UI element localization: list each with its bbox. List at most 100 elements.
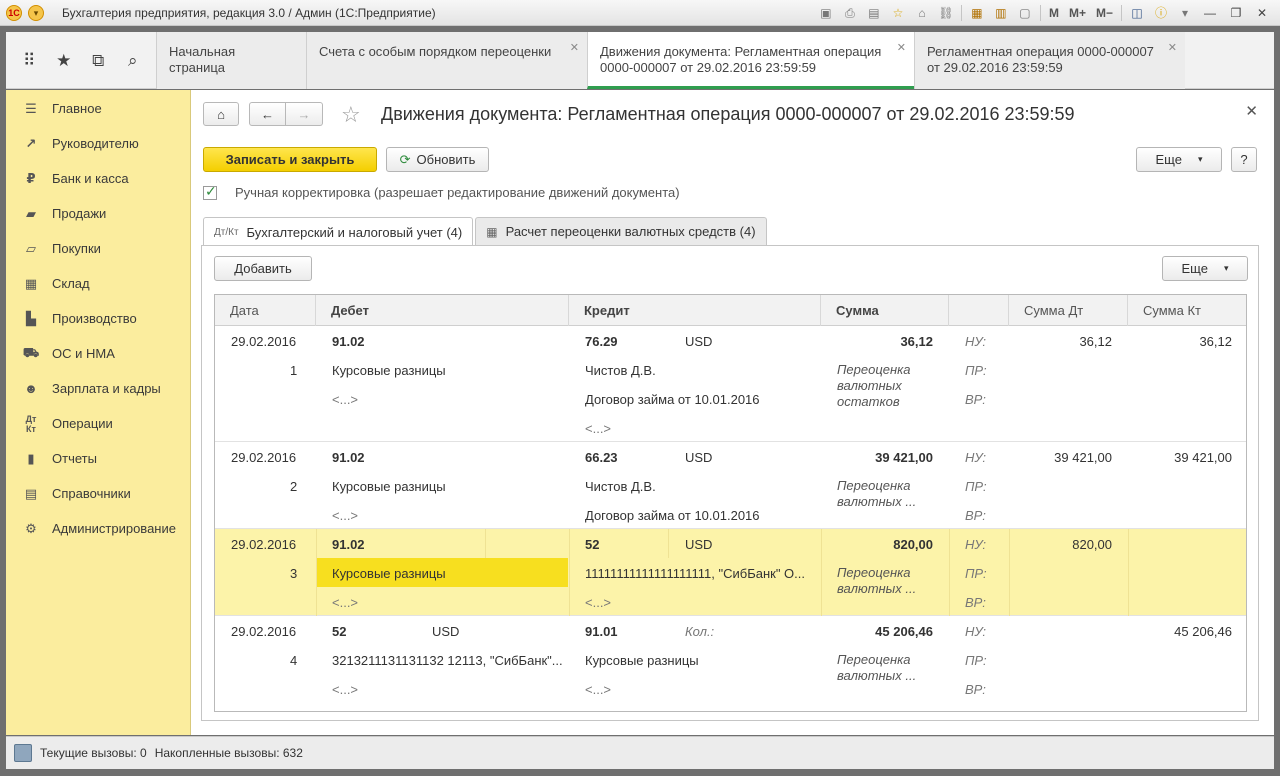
restore-button[interactable]: ❐ bbox=[1226, 5, 1246, 21]
column-sum[interactable]: Сумма bbox=[821, 295, 949, 326]
row-number: 4 bbox=[290, 653, 298, 668]
table-row[interactable]: 29.02.2016 4 52 USD 3213211131131132 121… bbox=[215, 616, 1246, 706]
apps-grid-icon[interactable]: ⠿ bbox=[16, 48, 42, 74]
tab-document-movements[interactable]: Движения документа: Регламентная операци… bbox=[587, 32, 914, 89]
sidebar-item-operations[interactable]: Дт Кт Операции bbox=[6, 406, 190, 441]
preview-icon[interactable]: ▤ bbox=[865, 4, 883, 22]
movements-table[interactable]: Дата Дебет Кредит Сумма Сумма Дт Сумма К… bbox=[214, 294, 1247, 712]
link-icon[interactable]: ⛓ bbox=[937, 4, 955, 22]
dropdown-icon[interactable]: ▾ bbox=[1176, 4, 1194, 22]
save-and-close-button[interactable]: Записать и закрыть bbox=[203, 147, 377, 172]
sidebar-item-label: Главное bbox=[52, 101, 102, 116]
manual-correction-checkbox[interactable] bbox=[203, 183, 217, 200]
debit-subconto-1[interactable]: Курсовые разницы bbox=[332, 566, 446, 581]
column-debit[interactable]: Дебет bbox=[316, 295, 569, 326]
top-panel: ⠿ ★ ⧉ ⌕ Начальная страница Счета с особы… bbox=[6, 32, 1274, 89]
open-tabs: Начальная страница Счета с особым порядк… bbox=[156, 32, 1185, 89]
credit-subconto-3: <...> bbox=[585, 421, 612, 436]
tab-accounting[interactable]: Дт/Кт Бухгалтерский и налоговый учет (4) bbox=[203, 217, 474, 246]
nu-label: НУ: bbox=[965, 624, 987, 639]
table-row[interactable]: 29.02.2016 2 91.02 Курсовые разницы <...… bbox=[215, 442, 1246, 529]
calendar-icon[interactable]: ▥ bbox=[992, 4, 1010, 22]
tab-regulated-operation[interactable]: Регламентная операция 0000-000007 от 29.… bbox=[914, 32, 1185, 89]
sidebar-item-label: Продажи bbox=[52, 206, 107, 221]
app-logo-icon: 1С bbox=[6, 5, 22, 21]
history-icon[interactable]: ⧉ bbox=[85, 48, 111, 74]
home-button[interactable]: ⌂ bbox=[203, 102, 239, 126]
favorites-star-icon[interactable]: ★ bbox=[51, 48, 77, 74]
back-button[interactable]: ← bbox=[249, 102, 286, 126]
sum-kt: 45 206,46 bbox=[1174, 624, 1232, 639]
title-toolbar: ▣ ⎙ ▤ ☆ ⌂ ⛓ ▦ ▥ ▢ M M+ M− ◫ ⓘ ▾ — ❐ ✕ bbox=[817, 3, 1272, 23]
sidebar-item-label: Зарплата и кадры bbox=[52, 381, 161, 396]
credit-subconto-1: 11111111111111111111, "СибБанк" О... bbox=[585, 566, 806, 581]
sidebar-item-production[interactable]: ▙ Производство bbox=[6, 301, 190, 336]
vr-label: ВР: bbox=[965, 508, 986, 523]
info-icon[interactable]: ⓘ bbox=[1152, 4, 1170, 22]
close-icon[interactable]: ✕ bbox=[897, 40, 906, 56]
sidebar-item-warehouse[interactable]: ▦ Склад bbox=[6, 266, 190, 301]
tab-label: Расчет переоценки валютных средств (4) bbox=[505, 224, 756, 239]
sidebar-item-manager[interactable]: ↗ Руководителю bbox=[6, 126, 190, 161]
tab-special-accounts[interactable]: Счета с особым порядком переоценки ✕ bbox=[306, 32, 587, 89]
close-icon[interactable]: ✕ bbox=[570, 40, 579, 56]
credit-account: 91.01 bbox=[585, 624, 618, 639]
table-row[interactable]: 29.02.2016 1 91.02 Курсовые разницы <...… bbox=[215, 326, 1246, 442]
debit-subconto-2: <...> bbox=[332, 392, 359, 407]
forward-button[interactable]: → bbox=[286, 102, 323, 126]
credit-account: 66.23 bbox=[585, 450, 618, 465]
panel-layout-icon[interactable]: ◫ bbox=[1128, 4, 1146, 22]
search-icon[interactable]: ⌕ bbox=[120, 48, 146, 74]
debit-account: 52 bbox=[332, 624, 347, 639]
history-icon[interactable]: ⌂ bbox=[913, 4, 931, 22]
clipboard-icon[interactable]: ▢ bbox=[1016, 4, 1034, 22]
favorite-star-icon[interactable]: ☆ bbox=[341, 102, 361, 128]
column-sum-kt[interactable]: Сумма Кт bbox=[1128, 295, 1246, 326]
save-icon[interactable]: ▣ bbox=[817, 4, 835, 22]
main-menu-icon[interactable]: ▾ bbox=[28, 5, 44, 21]
add-button[interactable]: Добавить bbox=[214, 256, 312, 281]
sidebar-item-admin[interactable]: ⚙ Администрирование bbox=[6, 511, 190, 546]
sidebar-item-sales[interactable]: ▰ Продажи bbox=[6, 196, 190, 231]
tab-label: Регламентная операция 0000-000007 от 29.… bbox=[927, 44, 1154, 75]
refresh-button[interactable]: ⟳ Обновить bbox=[386, 147, 489, 172]
close-icon[interactable]: ✕ bbox=[1168, 40, 1177, 56]
sidebar-item-references[interactable]: ▤ Справочники bbox=[6, 476, 190, 511]
table-row-selected[interactable]: 29.02.2016 3 91.02 Курсовые разницы <...… bbox=[215, 529, 1246, 616]
memory-minus-button[interactable]: M− bbox=[1094, 6, 1115, 20]
debit-subconto-2: <...> bbox=[332, 508, 359, 523]
more-label: Еще bbox=[1181, 261, 1208, 276]
table-more-button[interactable]: Еще ▾ bbox=[1162, 256, 1248, 281]
column-date[interactable]: Дата bbox=[215, 295, 316, 326]
close-form-icon[interactable]: ✕ bbox=[1245, 102, 1258, 120]
tab-home[interactable]: Начальная страница bbox=[156, 32, 306, 89]
separator bbox=[960, 5, 962, 21]
vr-label: ВР: bbox=[965, 392, 986, 407]
help-button[interactable]: ? bbox=[1231, 147, 1257, 172]
sidebar-item-bank[interactable]: ₽ Банк и касса bbox=[6, 161, 190, 196]
close-window-button[interactable]: ✕ bbox=[1252, 5, 1272, 21]
tab-currency-revaluation[interactable]: ▦ Расчет переоценки валютных средств (4) bbox=[475, 217, 767, 245]
navigation-buttons: ⌂ ← → bbox=[203, 102, 323, 126]
favorites-icon[interactable]: ☆ bbox=[889, 4, 907, 22]
sidebar-item-label: Отчеты bbox=[52, 451, 97, 466]
print-icon[interactable]: ⎙ bbox=[841, 4, 859, 22]
sidebar-item-salary[interactable]: ☻ Зарплата и кадры bbox=[6, 371, 190, 406]
more-button[interactable]: Еще ▾ bbox=[1136, 147, 1222, 172]
refresh-label: Обновить bbox=[416, 152, 476, 167]
sidebar-item-assets[interactable]: ⛟ ОС и НМА bbox=[6, 336, 190, 371]
sidebar-item-reports[interactable]: ▮ Отчеты bbox=[6, 441, 190, 476]
sidebar-item-purchases[interactable]: ▱ Покупки bbox=[6, 231, 190, 266]
credit-currency: USD bbox=[685, 537, 713, 552]
credit-currency: USD bbox=[685, 450, 713, 465]
memory-button[interactable]: M bbox=[1047, 6, 1061, 20]
memory-plus-button[interactable]: M+ bbox=[1067, 6, 1088, 20]
sidebar-item-main[interactable]: ☰ Главное bbox=[6, 91, 190, 126]
status-bar: Текущие вызовы: 0 Накопленные вызовы: 63… bbox=[6, 736, 1274, 769]
debit-account: 91.02 bbox=[332, 334, 365, 349]
people-icon: ☻ bbox=[24, 381, 38, 396]
column-sum-dt[interactable]: Сумма Дт bbox=[1009, 295, 1128, 326]
column-credit[interactable]: Кредит bbox=[569, 295, 821, 326]
calculator-icon[interactable]: ▦ bbox=[968, 4, 986, 22]
minimize-button[interactable]: — bbox=[1200, 5, 1220, 21]
